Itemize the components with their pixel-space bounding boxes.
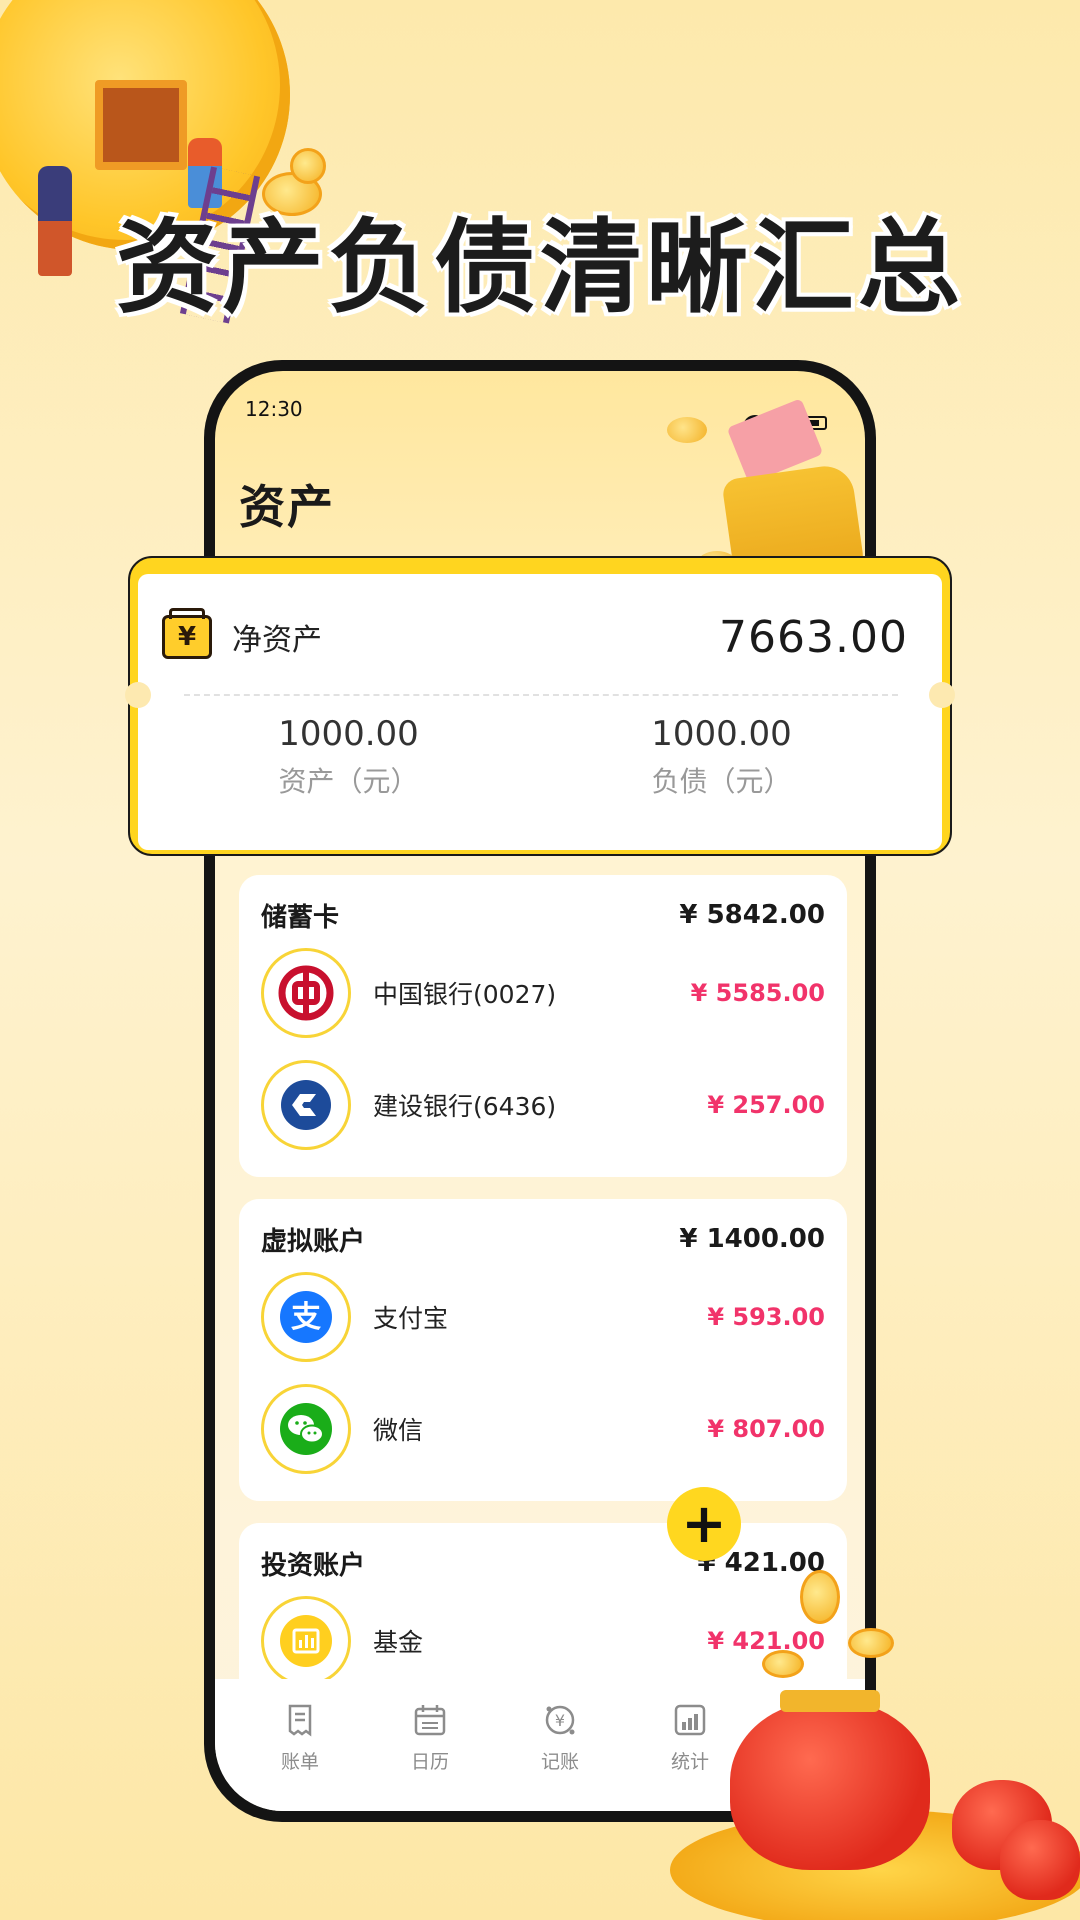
calendar-icon xyxy=(414,1705,446,1736)
savings-card-section: 储蓄卡 ¥ 5842.00 中国银行(0027) ¥ 5585.00 建设银行(… xyxy=(239,875,847,1177)
section-header[interactable]: 储蓄卡 ¥ 5842.00 xyxy=(261,893,825,937)
account-name: 中国银行(0027) xyxy=(373,980,557,1009)
hero-title: 资产负债清晰汇总 xyxy=(114,207,964,330)
section-title: 虚拟账户 xyxy=(261,1226,366,1257)
red-money-bag xyxy=(1000,1820,1080,1900)
bag-tie xyxy=(780,1690,880,1712)
assets-summary: 1000.00 资产（元） xyxy=(162,714,535,800)
decorative-small-coin xyxy=(800,1570,840,1624)
nav-item-bill[interactable]: 账单 xyxy=(235,1679,365,1811)
account-row-boc[interactable]: 中国银行(0027) ¥ 5585.00 xyxy=(261,937,825,1049)
decorative-small-coin xyxy=(667,417,707,443)
bill-icon xyxy=(288,1704,312,1737)
account-name: 建设银行(6436) xyxy=(373,1092,557,1121)
section-header[interactable]: 投资账户 ¥ 421.00 xyxy=(261,1541,825,1585)
net-assets-value: 7663.00 xyxy=(719,611,908,663)
record-icon: ¥ xyxy=(545,1705,575,1735)
page-title: 资产 xyxy=(239,480,335,534)
account-name: 支付宝 xyxy=(373,1304,449,1333)
wechat-icon xyxy=(261,1384,351,1474)
liabilities-value: 1000.00 xyxy=(651,714,792,754)
account-amount: ¥ 257.00 xyxy=(707,1091,825,1119)
svg-text:¥: ¥ xyxy=(555,1711,565,1730)
nav-label: 统计 xyxy=(670,1751,709,1773)
account-name: 微信 xyxy=(373,1416,424,1445)
account-row-wechat[interactable]: 微信 ¥ 807.00 xyxy=(261,1373,825,1485)
net-assets-card: ¥ 净资产 7663.00 1000.00 资产（元） 1000.00 负债（元… xyxy=(125,574,955,850)
account-amount: ¥ 5585.00 xyxy=(690,979,825,1007)
net-assets-label: 净资产 xyxy=(232,623,322,658)
liabilities-label: 负债（元） xyxy=(651,765,792,798)
account-row-ccb[interactable]: 建设银行(6436) ¥ 257.00 xyxy=(261,1049,825,1161)
dashed-divider xyxy=(184,694,898,696)
coin-square-hole xyxy=(95,80,187,170)
decorative-small-coin xyxy=(290,148,326,184)
account-name: 基金 xyxy=(373,1628,424,1657)
nav-item-record[interactable]: ¥ 记账 xyxy=(495,1679,625,1811)
decorative-small-coin xyxy=(762,1650,804,1678)
assets-label: 资产（元） xyxy=(278,765,419,798)
account-row-alipay[interactable]: 支 支付宝 ¥ 593.00 xyxy=(261,1261,825,1373)
virtual-account-section: 虚拟账户 ¥ 1400.00 支 支付宝 ¥ 593.00 微信 ¥ 807.0… xyxy=(239,1199,847,1501)
status-time: 12:30 xyxy=(245,397,303,421)
assets-value: 1000.00 xyxy=(278,714,419,754)
decorative-small-coin xyxy=(848,1628,894,1658)
nav-label: 账单 xyxy=(280,1751,319,1773)
nav-label: 记账 xyxy=(540,1751,579,1773)
account-amount: ¥ 593.00 xyxy=(707,1303,825,1331)
alipay-icon: 支 xyxy=(261,1272,351,1362)
section-header[interactable]: 虚拟账户 ¥ 1400.00 xyxy=(261,1217,825,1261)
ccb-icon xyxy=(261,1060,351,1150)
nav-label: 日历 xyxy=(410,1751,449,1773)
wallet-yen-icon: ¥ xyxy=(162,608,212,659)
section-title: 储蓄卡 xyxy=(261,902,340,933)
account-amount: ¥ 421.00 xyxy=(707,1627,825,1655)
nav-item-calendar[interactable]: 日历 xyxy=(365,1679,495,1811)
section-total: ¥ 1400.00 xyxy=(679,1224,825,1254)
svg-text:支: 支 xyxy=(291,1300,321,1335)
red-money-bag xyxy=(730,1700,930,1870)
fund-icon xyxy=(261,1596,351,1686)
section-total: ¥ 5842.00 xyxy=(679,900,825,930)
add-account-button[interactable]: + xyxy=(667,1487,741,1561)
account-amount: ¥ 807.00 xyxy=(707,1415,825,1443)
boc-icon xyxy=(261,948,351,1038)
chart-icon xyxy=(674,1704,706,1736)
section-title: 投资账户 xyxy=(261,1550,366,1581)
liabilities-summary: 1000.00 负债（元） xyxy=(535,714,908,800)
